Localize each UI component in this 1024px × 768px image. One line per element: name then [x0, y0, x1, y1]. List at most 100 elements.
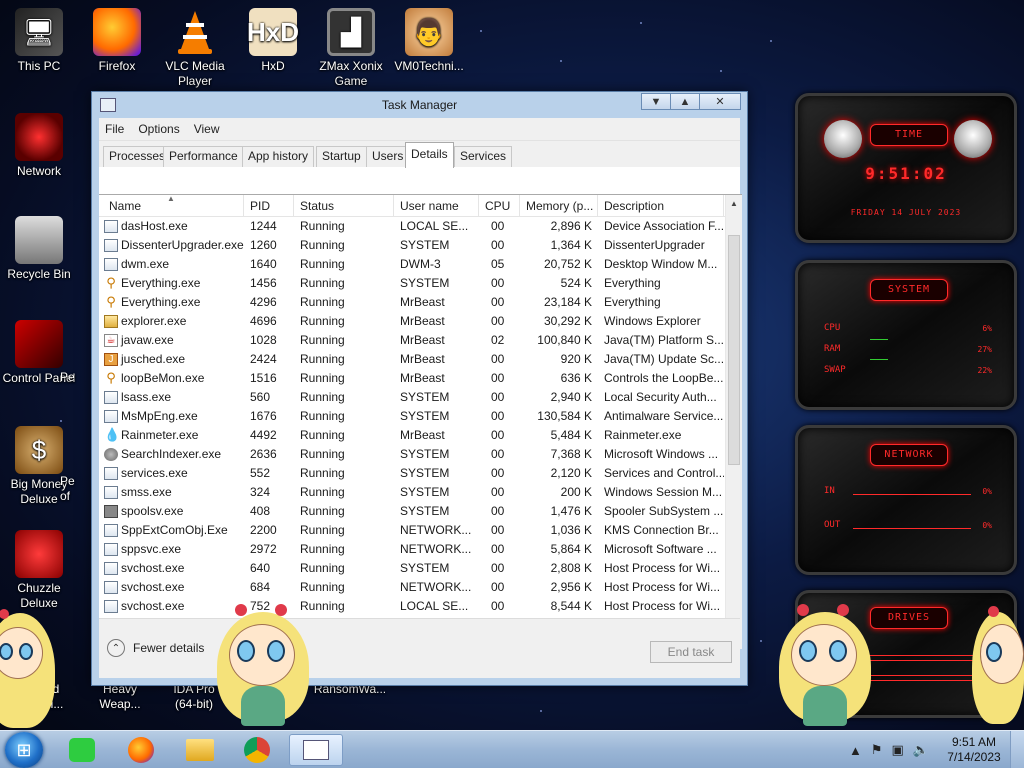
- show-desktop-button[interactable]: [1010, 731, 1024, 768]
- fewer-details-button[interactable]: ⌃ Fewer details: [107, 639, 204, 657]
- tab-users[interactable]: Users: [366, 146, 410, 167]
- maximize-button[interactable]: ▲: [670, 93, 700, 110]
- network-icon[interactable]: ▣: [892, 742, 904, 758]
- desktop-icon-chuzzle[interactable]: Chuzzle Deluxe: [0, 530, 78, 611]
- column-header-user-name[interactable]: User name: [394, 195, 479, 217]
- desktop-icon-network[interactable]: Network: [0, 113, 78, 179]
- desktop-icon-firefox[interactable]: Firefox: [78, 8, 156, 74]
- cell-memory: 2,956 K: [550, 580, 592, 594]
- table-row[interactable]: DissenterUpgrader.exe 1260 Running SYSTEM 00…: [99, 236, 742, 255]
- cell-description: Everything: [604, 295, 661, 309]
- table-row[interactable]: dwm.exe 1640 Running DWM-3 05 20,752 K Desktop…: [99, 255, 742, 274]
- tab-processes[interactable]: Processes: [103, 146, 172, 167]
- volume-icon[interactable]: 🔈: [913, 742, 929, 758]
- tab-details[interactable]: Details: [405, 142, 454, 168]
- search-magnifier-icon: ⚲: [106, 370, 116, 385]
- column-header-cpu[interactable]: CPU: [479, 195, 520, 217]
- scroll-up-icon[interactable]: ▲: [726, 195, 742, 212]
- end-task-button[interactable]: End task: [650, 641, 732, 663]
- title-bar[interactable]: Task Manager ▼ ▲ ✕: [92, 92, 747, 118]
- tray-overflow-icon[interactable]: ▲: [849, 743, 862, 758]
- cell-status: Running: [300, 314, 345, 328]
- taskbar-file-explorer[interactable]: [176, 734, 224, 766]
- rainmeter-system-widget: SYSTEM CPU 6% RAM 27% SWAP 22%: [795, 260, 1017, 410]
- taskbar-chrome[interactable]: [233, 734, 281, 766]
- cell-pid: 2424: [250, 352, 277, 366]
- tab-services[interactable]: Services: [454, 146, 513, 167]
- scrollbar-thumb[interactable]: [728, 235, 740, 465]
- table-row[interactable]: ⚲ Everything.exe 4296 Running MrBeast 00 23,18…: [99, 293, 742, 312]
- desktop-icon-vlc[interactable]: VLC Media Player: [156, 8, 234, 89]
- search-magnifier-icon: ⚲: [106, 275, 116, 290]
- desktop-icon-heavy-weapon[interactable]: Heavy Weap...: [88, 682, 152, 712]
- cell-memory: 7,368 K: [550, 447, 592, 461]
- desktop-icon-vm0[interactable]: 👨 VM0Techni...: [390, 8, 468, 74]
- table-row[interactable]: ⚲ loopBeMon.exe 1516 Running MrBeast 00 636 K C…: [99, 369, 742, 388]
- cell-status: Running: [300, 542, 345, 556]
- cell-description: Rainmeter.exe: [604, 428, 682, 442]
- column-header-memory[interactable]: Memory (p...: [520, 195, 598, 217]
- table-row[interactable]: smss.exe 324 Running SYSTEM 00 200 K Windows S…: [99, 483, 742, 502]
- taskbar-notes-app[interactable]: [58, 734, 106, 766]
- firefox-icon: [128, 737, 154, 763]
- cell-memory: 5,484 K: [550, 428, 592, 442]
- cell-description: Host Process for Wi...: [604, 599, 721, 613]
- cell-status: Running: [300, 466, 345, 480]
- vertical-scrollbar[interactable]: ▲ ▼: [725, 195, 742, 649]
- table-row[interactable]: 💧 Rainmeter.exe 4492 Running MrBeast 00 5,484 …: [99, 426, 742, 445]
- column-header-status[interactable]: Status: [294, 195, 394, 217]
- desktop-icon-hxd[interactable]: HxD HxD: [234, 8, 312, 74]
- table-row[interactable]: SppExtComObj.Exe 2200 Running NETWORK... 00 1…: [99, 521, 742, 540]
- table-row[interactable]: services.exe 552 Running SYSTEM 00 2,120 K Ser…: [99, 464, 742, 483]
- table-row[interactable]: SearchIndexer.exe 2636 Running SYSTEM 00 7,36…: [99, 445, 742, 464]
- tab-app-history[interactable]: App history: [242, 146, 315, 167]
- menu-view[interactable]: View: [194, 122, 220, 136]
- net-in-value: 0%: [982, 487, 992, 496]
- menu-file[interactable]: File: [105, 122, 124, 136]
- close-button[interactable]: ✕: [699, 93, 741, 110]
- minimize-button[interactable]: ▼: [641, 93, 671, 110]
- table-row[interactable]: Jjusched.exe 2424 Running MrBeast 00 920 K Jav…: [99, 350, 742, 369]
- cell-user-name: SYSTEM: [400, 238, 450, 252]
- cell-cpu: 00: [491, 276, 505, 290]
- cpu-value: 6%: [982, 324, 992, 333]
- taskbar-firefox[interactable]: [117, 734, 165, 766]
- cell-memory: 20,752 K: [543, 257, 592, 271]
- table-row[interactable]: ☕ javaw.exe 1028 Running MrBeast 02 100,840 K J…: [99, 331, 742, 350]
- cell-cpu: 05: [491, 257, 505, 271]
- column-header-pid[interactable]: PID: [244, 195, 294, 217]
- cell-description: DissenterUpgrader: [604, 238, 705, 252]
- cell-description: KMS Connection Br...: [604, 523, 719, 537]
- desktop-icon-zmax[interactable]: ▟ ZMax Xonix Game: [312, 8, 390, 89]
- cell-status: Running: [300, 409, 345, 423]
- taskbar-clock[interactable]: 9:51 AM 7/14/2023: [938, 735, 1010, 765]
- table-row[interactable]: spoolsv.exe 408 Running SYSTEM 00 1,476 K Spoo…: [99, 502, 742, 521]
- table-row[interactable]: ⚲ Everything.exe 1456 Running SYSTEM 00 524 K E…: [99, 274, 742, 293]
- tab-startup[interactable]: Startup: [316, 146, 367, 167]
- cell-user-name: SYSTEM: [400, 561, 450, 575]
- table-row[interactable]: MsMpEng.exe 1676 Running SYSTEM 00 130,584 K A…: [99, 407, 742, 426]
- table-row[interactable]: svchost.exe 640 Running SYSTEM 00 2,808 K Host…: [99, 559, 742, 578]
- table-row[interactable]: dasHost.exe 1244 Running LOCAL SE... 00 2,896…: [99, 217, 742, 236]
- column-header-description[interactable]: Description: [598, 195, 724, 217]
- table-row[interactable]: explorer.exe 4696 Running MrBeast 00 30,292 K…: [99, 312, 742, 331]
- cell-pid: 552: [250, 466, 271, 480]
- cell-name: ⚲ Everything.exe: [99, 293, 244, 312]
- tab-performance[interactable]: Performance: [163, 146, 244, 167]
- flag-icon[interactable]: ⚑: [871, 742, 883, 758]
- desktop-icon-recycle-bin[interactable]: Recycle Bin: [0, 216, 78, 282]
- menu-options[interactable]: Options: [138, 122, 179, 136]
- table-row[interactable]: svchost.exe 752 Running LOCAL SE... 00 8,544 …: [99, 597, 742, 616]
- table-row[interactable]: sppsvc.exe 2972 Running NETWORK... 00 5,864 K…: [99, 540, 742, 559]
- table-row[interactable]: lsass.exe 560 Running SYSTEM 00 2,940 K Local …: [99, 388, 742, 407]
- net-in-graph: [853, 494, 971, 495]
- task-manager-window[interactable]: Task Manager ▼ ▲ ✕ File Options View Pro…: [91, 91, 748, 686]
- start-button[interactable]: ⊞: [5, 732, 43, 768]
- cell-cpu: 00: [491, 523, 505, 537]
- process-list[interactable]: ▲ Name PID Status User name CPU Memory (…: [99, 194, 742, 649]
- taskbar-task-manager[interactable]: [289, 734, 343, 766]
- tab-strip: Processes Performance App history Startu…: [99, 141, 740, 168]
- table-row[interactable]: svchost.exe 684 Running NETWORK... 00 2,956 K…: [99, 578, 742, 597]
- chrome-icon: [244, 737, 270, 763]
- desktop-icon-this-pc[interactable]: 🖥 This PC: [0, 8, 78, 74]
